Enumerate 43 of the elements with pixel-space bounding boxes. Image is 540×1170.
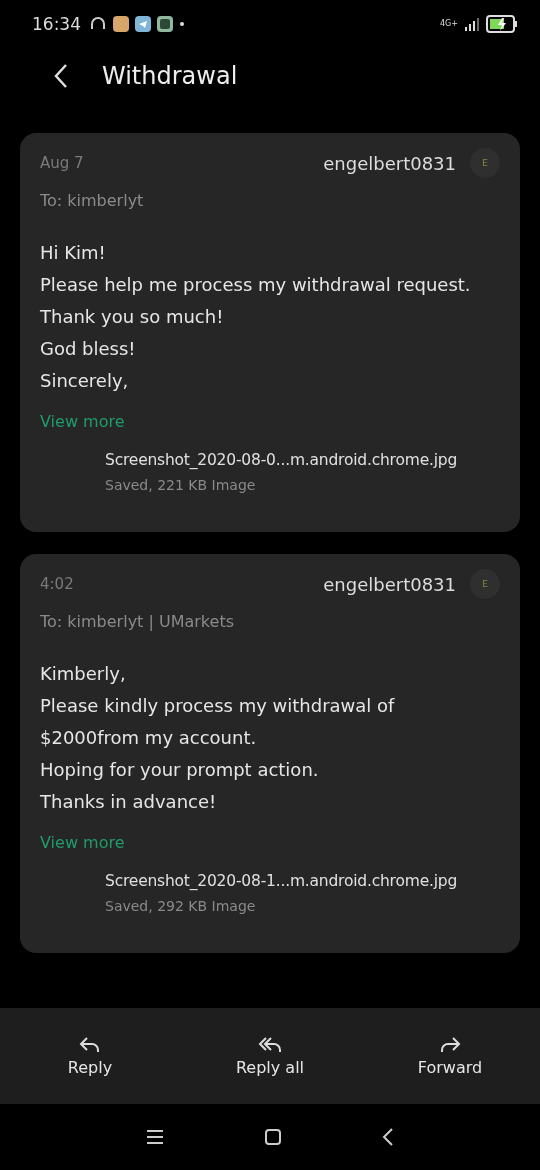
sender-name: engelbert0831 — [323, 152, 456, 174]
body-line: Kimberly, — [40, 662, 127, 686]
sender-name: engelbert0831 — [323, 573, 456, 595]
attachment-name[interactable]: Screenshot_2020-08-0...m.android.chrome.jpg — [105, 448, 500, 472]
attachment-size: 292 KB Image — [157, 898, 256, 914]
body-line: Sincerely, — [40, 369, 130, 393]
view-more-link[interactable]: View more — [40, 412, 125, 431]
reply-all-icon — [258, 1035, 282, 1054]
body-line: God bless! — [40, 337, 137, 361]
reply-button[interactable]: Reply — [20, 1031, 160, 1081]
reply-all-button[interactable]: Reply all — [200, 1031, 340, 1081]
dot-icon — [179, 21, 185, 27]
signal-icon — [464, 17, 480, 31]
status-time: 16:34 — [32, 14, 81, 34]
page-title: Withdrawal — [102, 62, 238, 90]
sender-avatar: E — [470, 148, 500, 178]
recipient-line: To: kimberlyt | UMarkets — [40, 611, 235, 633]
back-icon[interactable] — [382, 1128, 394, 1146]
message-date: Aug 7 — [40, 154, 85, 172]
forward-button[interactable]: Forward — [380, 1031, 520, 1081]
attachment-size: 221 KB Image — [157, 477, 256, 493]
body-line: Please kindly process my withdrawal of — [40, 694, 396, 718]
menu-icon[interactable] — [146, 1130, 164, 1144]
forward-icon — [439, 1035, 461, 1054]
view-more-link[interactable]: View more — [40, 833, 125, 852]
reply-icon — [79, 1035, 101, 1054]
body-line: Please help me process my withdrawal request. — [40, 273, 472, 297]
telegram-icon — [135, 16, 151, 32]
attachment-status: Saved, — [105, 898, 153, 914]
back-icon[interactable] — [54, 63, 68, 89]
body-line: $2000from my account. — [40, 726, 258, 750]
network-type: 4G+ — [440, 20, 458, 28]
sender-avatar: E — [470, 569, 500, 599]
home-icon[interactable] — [264, 1128, 282, 1146]
battery-icon — [486, 15, 518, 33]
message-date: 4:02 — [40, 575, 75, 593]
body-line: Thank you so much! — [40, 305, 225, 329]
body-line: Hi Kim! — [40, 241, 107, 265]
attachment-status: Saved, — [105, 477, 153, 493]
body-line: Hoping for your prompt action. — [40, 758, 320, 782]
body-line: Thanks in advance! — [40, 790, 218, 814]
attachment-name[interactable]: Screenshot_2020-08-1...m.android.chrome.jpg — [105, 869, 500, 893]
recipient-line: To: kimberlyt — [40, 190, 145, 212]
